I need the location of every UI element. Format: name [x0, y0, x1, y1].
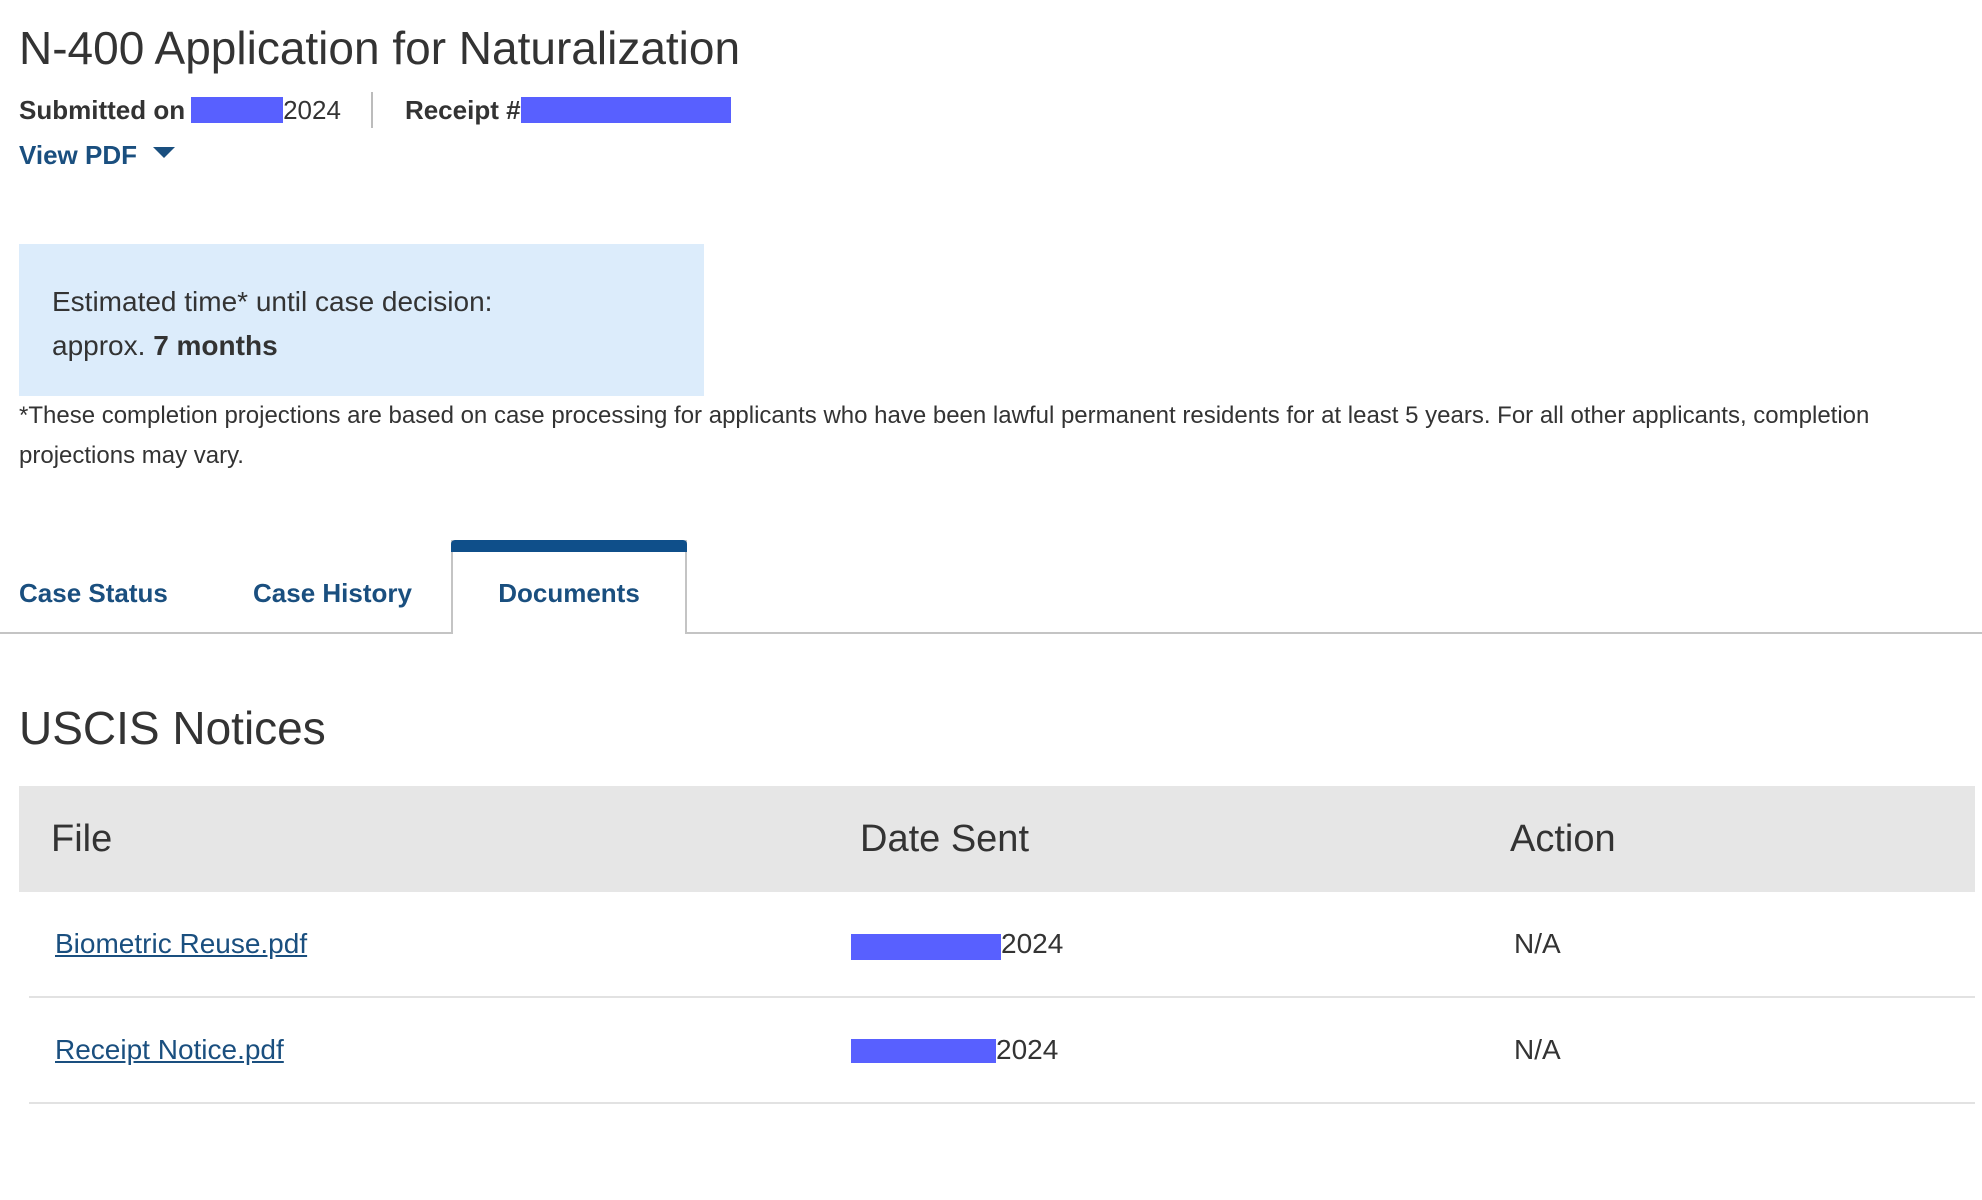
date-sent-year: 2024 [1001, 928, 1064, 959]
redacted-submitted-date [191, 97, 284, 123]
tab-documents[interactable]: Documents [451, 540, 687, 634]
tab-case-status[interactable]: Case Status [19, 576, 168, 610]
notices-table-header: File Date Sent Action [19, 786, 1975, 892]
page-title: N-400 Application for Naturalization [19, 22, 741, 74]
view-pdf-button[interactable]: View PDF [19, 138, 176, 172]
notices-title: USCIS Notices [19, 702, 326, 754]
action-cell: N/A [1514, 928, 1561, 959]
receipt-label: Receipt # [404, 94, 521, 125]
date-sent-year: 2024 [996, 1034, 1059, 1065]
submitted-label: Submitted on [19, 94, 186, 125]
table-row: Receipt Notice.pdf 2024 N/A [29, 998, 1975, 1104]
case-page: N-400 Application for Naturalization Sub… [0, 0, 1982, 1200]
tabs-baseline [0, 632, 1982, 634]
redacted-date [851, 934, 1001, 960]
redacted-date [851, 1039, 996, 1063]
estimate-footnote: *These completion projections are based … [19, 402, 1870, 469]
estimate-value: 7 months [153, 330, 278, 361]
estimate-line-2: approx. 7 months [52, 324, 671, 368]
meta-divider [370, 92, 373, 128]
estimate-line-1: Estimated time* until case decision: [52, 286, 493, 317]
redacted-receipt-number [520, 97, 731, 123]
active-tab-indicator [451, 540, 687, 552]
column-header-date-sent: Date Sent [860, 818, 1029, 860]
submitted-date-year: 2024 [283, 94, 341, 125]
tab-documents-label: Documents [498, 578, 640, 608]
column-header-action: Action [1510, 818, 1616, 860]
file-link[interactable]: Biometric Reuse.pdf [55, 892, 307, 996]
table-row: Biometric Reuse.pdf 2024 N/A [29, 892, 1975, 998]
case-meta: Submitted on 2024 Receipt # [19, 92, 731, 128]
estimate-prefix: approx. [52, 330, 146, 361]
date-sent-cell: 2024 [851, 892, 1063, 996]
file-link[interactable]: Receipt Notice.pdf [55, 998, 284, 1102]
date-sent-cell: 2024 [851, 998, 1058, 1102]
tab-case-history[interactable]: Case History [253, 576, 412, 610]
column-header-file: File [51, 818, 113, 860]
action-cell: N/A [1514, 1034, 1561, 1065]
view-pdf-label: View PDF [19, 139, 138, 170]
caret-down-icon [153, 146, 176, 158]
estimate-callout: Estimated time* until case decision: app… [19, 244, 704, 396]
